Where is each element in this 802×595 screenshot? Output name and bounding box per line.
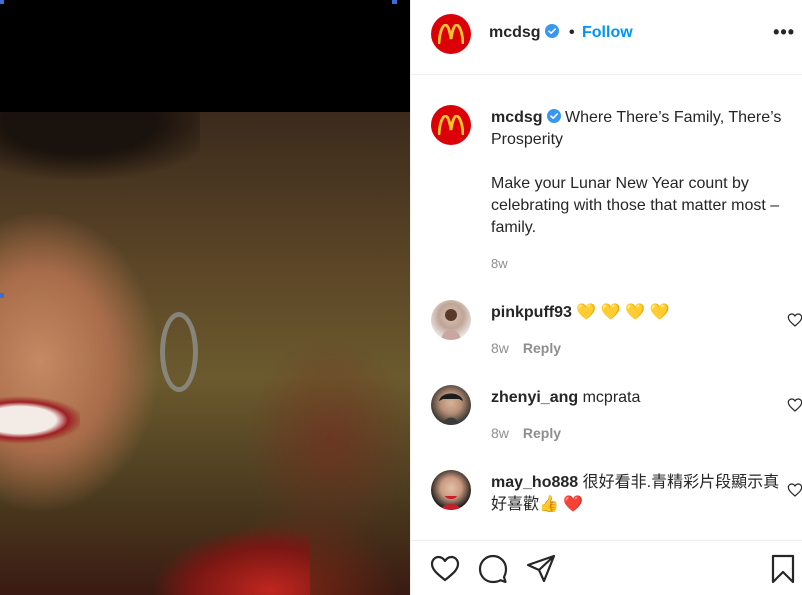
mcdonalds-logo-icon[interactable] bbox=[431, 14, 471, 54]
caption-avatar[interactable] bbox=[431, 105, 471, 145]
share-icon[interactable] bbox=[525, 553, 557, 585]
comment-item: pinkpuff93 💛 💛 💛 💛 8w Reply bbox=[411, 300, 802, 380]
comment-text: pinkpuff93 💛 💛 💛 💛 bbox=[491, 302, 781, 324]
selection-handle bbox=[392, 0, 397, 4]
photo-hair bbox=[0, 112, 200, 182]
caption-title-line: mcdsg Where There’s Family, There’s Pros… bbox=[491, 107, 802, 151]
caption-username[interactable]: mcdsg bbox=[491, 109, 543, 126]
post-media[interactable] bbox=[0, 0, 410, 595]
reply-button[interactable]: Reply bbox=[523, 425, 561, 441]
follow-button[interactable]: Follow bbox=[582, 24, 633, 42]
username-text[interactable]: mcdsg bbox=[489, 24, 541, 41]
caption-timestamp[interactable]: 8w bbox=[491, 256, 508, 271]
caption-body: Make your Lunar New Year count by celebr… bbox=[491, 175, 780, 236]
heart-icon[interactable] bbox=[787, 312, 802, 328]
photo-smile bbox=[0, 390, 80, 450]
comment-text: zhenyi_ang mcprata bbox=[491, 387, 781, 409]
comment-text: may_ho888 很好看非.青精彩片段顯示真好喜歡👍 ❤️ bbox=[491, 472, 781, 516]
mcdonalds-logo-icon bbox=[438, 115, 464, 135]
avatar[interactable] bbox=[431, 385, 471, 425]
more-options-button[interactable]: ••• bbox=[773, 22, 795, 43]
separator-dot: • bbox=[569, 24, 575, 41]
comment-username[interactable]: may_ho888 bbox=[491, 474, 578, 491]
photo-earring bbox=[160, 312, 198, 392]
avatar[interactable] bbox=[431, 300, 471, 340]
heart-icon[interactable] bbox=[787, 482, 802, 498]
avatar[interactable] bbox=[431, 470, 471, 510]
comment-item: zhenyi_ang mcprata 8w Reply bbox=[411, 385, 802, 465]
comment-meta: 8w Reply bbox=[491, 340, 561, 356]
verified-icon bbox=[546, 109, 561, 123]
comment-username[interactable]: zhenyi_ang bbox=[491, 389, 578, 406]
selection-handle bbox=[0, 293, 4, 298]
comment-meta: 8w Reply bbox=[491, 425, 561, 441]
post-actions bbox=[411, 540, 802, 595]
bookmark-icon[interactable] bbox=[767, 553, 799, 585]
like-heart-icon[interactable] bbox=[429, 553, 461, 585]
post-sidebar: mcdsg • Follow ••• mcdsg Where There’s F… bbox=[410, 0, 802, 595]
comment-time[interactable]: 8w bbox=[491, 340, 509, 356]
comment-body: mcprata bbox=[582, 389, 641, 406]
comment-icon[interactable] bbox=[477, 553, 509, 585]
user-photo-icon bbox=[439, 393, 463, 425]
comment-username[interactable]: pinkpuff93 bbox=[491, 304, 572, 321]
heart-icon[interactable] bbox=[787, 397, 802, 413]
post-header: mcdsg • Follow ••• bbox=[411, 0, 802, 75]
comment-time[interactable]: 8w bbox=[491, 425, 509, 441]
photo-dress bbox=[100, 520, 310, 595]
verified-icon bbox=[544, 24, 559, 38]
comment-item: may_ho888 很好看非.青精彩片段顯示真好喜歡👍 ❤️ bbox=[411, 470, 802, 550]
user-photo-icon bbox=[441, 496, 461, 510]
header-username[interactable]: mcdsg bbox=[489, 24, 559, 42]
reply-button[interactable]: Reply bbox=[523, 340, 561, 356]
user-photo-icon bbox=[441, 309, 461, 340]
comment-body: 💛 💛 💛 💛 bbox=[576, 304, 670, 321]
selection-handle bbox=[0, 0, 4, 4]
